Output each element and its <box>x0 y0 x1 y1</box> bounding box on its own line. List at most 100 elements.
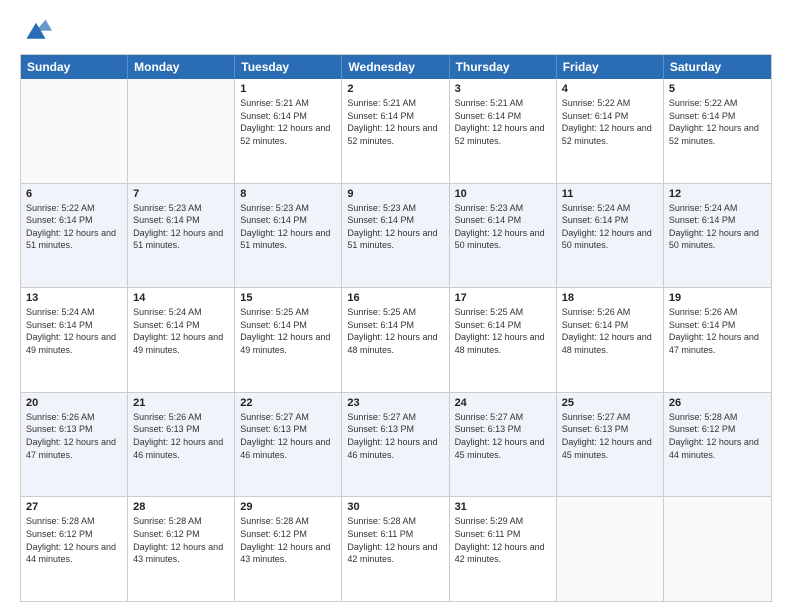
day-info: Sunrise: 5:26 AM Sunset: 6:13 PM Dayligh… <box>133 411 229 461</box>
day-number: 15 <box>240 292 336 304</box>
day-info: Sunrise: 5:27 AM Sunset: 6:13 PM Dayligh… <box>347 411 443 461</box>
day-info: Sunrise: 5:22 AM Sunset: 6:14 PM Dayligh… <box>562 97 658 147</box>
day-number: 12 <box>669 188 766 200</box>
day-info: Sunrise: 5:26 AM Sunset: 6:14 PM Dayligh… <box>669 306 766 356</box>
header-day-saturday: Saturday <box>664 55 771 79</box>
day-number: 26 <box>669 397 766 409</box>
calendar-day-25: 25 Sunrise: 5:27 AM Sunset: 6:13 PM Dayli… <box>557 393 664 497</box>
day-number: 19 <box>669 292 766 304</box>
day-number: 3 <box>455 83 551 95</box>
header-day-wednesday: Wednesday <box>342 55 449 79</box>
day-info: Sunrise: 5:23 AM Sunset: 6:14 PM Dayligh… <box>347 202 443 252</box>
day-info: Sunrise: 5:25 AM Sunset: 6:14 PM Dayligh… <box>240 306 336 356</box>
day-number: 10 <box>455 188 551 200</box>
day-info: Sunrise: 5:23 AM Sunset: 6:14 PM Dayligh… <box>240 202 336 252</box>
calendar-day-14: 14Sunrise: 5:24 AM Sunset: 6:14 PM Dayli… <box>128 288 235 392</box>
day-number: 9 <box>347 188 443 200</box>
day-number: 8 <box>240 188 336 200</box>
day-info: Sunrise: 5:29 AM Sunset: 6:11 PM Dayligh… <box>455 515 551 565</box>
day-number: 24 <box>455 397 551 409</box>
calendar-week-0: 1 Sunrise: 5:21 AM Sunset: 6:14 PM Daylig… <box>21 79 771 183</box>
day-info: Sunrise: 5:21 AM Sunset: 6:14 PM Dayligh… <box>240 97 336 147</box>
header-day-sunday: Sunday <box>21 55 128 79</box>
calendar-day-22: 22 Sunrise: 5:27 AM Sunset: 6:13 PM Dayli… <box>235 393 342 497</box>
day-info: Sunrise: 5:27 AM Sunset: 6:13 PM Dayligh… <box>240 411 336 461</box>
day-info: Sunrise: 5:21 AM Sunset: 6:14 PM Dayligh… <box>347 97 443 147</box>
day-info: Sunrise: 5:24 AM Sunset: 6:14 PM Dayligh… <box>562 202 658 252</box>
calendar-day-20: 20Sunrise: 5:26 AM Sunset: 6:13 PM Dayli… <box>21 393 128 497</box>
day-info: Sunrise: 5:24 AM Sunset: 6:14 PM Dayligh… <box>26 306 122 356</box>
day-number: 22 <box>240 397 336 409</box>
logo-icon <box>20 16 52 44</box>
header-day-tuesday: Tuesday <box>235 55 342 79</box>
day-info: Sunrise: 5:23 AM Sunset: 6:14 PM Dayligh… <box>133 202 229 252</box>
day-number: 31 <box>455 501 551 513</box>
page-header <box>20 16 772 44</box>
day-number: 27 <box>26 501 122 513</box>
calendar-day-27: 27 Sunrise: 5:28 AM Sunset: 6:12 PM Dayli… <box>21 497 128 601</box>
calendar-day-10: 10Sunrise: 5:23 AM Sunset: 6:14 PM Dayli… <box>450 184 557 288</box>
day-info: Sunrise: 5:27 AM Sunset: 6:13 PM Dayligh… <box>562 411 658 461</box>
calendar-day-24: 24 Sunrise: 5:27 AM Sunset: 6:13 PM Dayli… <box>450 393 557 497</box>
day-info: Sunrise: 5:28 AM Sunset: 6:12 PM Dayligh… <box>133 515 229 565</box>
calendar-day-13: 13 Sunrise: 5:24 AM Sunset: 6:14 PM Dayli… <box>21 288 128 392</box>
calendar-day-3: 3 Sunrise: 5:21 AM Sunset: 6:14 PM Daylig… <box>450 79 557 183</box>
day-info: Sunrise: 5:26 AM Sunset: 6:14 PM Dayligh… <box>562 306 658 356</box>
day-number: 29 <box>240 501 336 513</box>
day-info: Sunrise: 5:27 AM Sunset: 6:13 PM Dayligh… <box>455 411 551 461</box>
calendar-day-5: 5Sunrise: 5:22 AM Sunset: 6:14 PM Daylig… <box>664 79 771 183</box>
calendar-day-21: 21 Sunrise: 5:26 AM Sunset: 6:13 PM Dayli… <box>128 393 235 497</box>
calendar-week-1: 6 Sunrise: 5:22 AM Sunset: 6:14 PM Daylig… <box>21 183 771 288</box>
day-number: 5 <box>669 83 766 95</box>
calendar-day-16: 16 Sunrise: 5:25 AM Sunset: 6:14 PM Dayli… <box>342 288 449 392</box>
calendar-day-11: 11 Sunrise: 5:24 AM Sunset: 6:14 PM Dayli… <box>557 184 664 288</box>
day-number: 16 <box>347 292 443 304</box>
calendar-header: SundayMondayTuesdayWednesdayThursdayFrid… <box>21 55 771 79</box>
calendar-day-6: 6 Sunrise: 5:22 AM Sunset: 6:14 PM Daylig… <box>21 184 128 288</box>
calendar-empty <box>664 497 771 601</box>
calendar-empty <box>557 497 664 601</box>
calendar-day-1: 1 Sunrise: 5:21 AM Sunset: 6:14 PM Daylig… <box>235 79 342 183</box>
calendar-empty <box>21 79 128 183</box>
calendar-day-31: 31 Sunrise: 5:29 AM Sunset: 6:11 PM Dayli… <box>450 497 557 601</box>
calendar-day-30: 30 Sunrise: 5:28 AM Sunset: 6:11 PM Dayli… <box>342 497 449 601</box>
calendar-day-12: 12 Sunrise: 5:24 AM Sunset: 6:14 PM Dayli… <box>664 184 771 288</box>
day-number: 6 <box>26 188 122 200</box>
day-info: Sunrise: 5:28 AM Sunset: 6:12 PM Dayligh… <box>669 411 766 461</box>
day-number: 13 <box>26 292 122 304</box>
day-info: Sunrise: 5:21 AM Sunset: 6:14 PM Dayligh… <box>455 97 551 147</box>
day-number: 2 <box>347 83 443 95</box>
calendar-day-4: 4 Sunrise: 5:22 AM Sunset: 6:14 PM Daylig… <box>557 79 664 183</box>
day-number: 1 <box>240 83 336 95</box>
day-info: Sunrise: 5:28 AM Sunset: 6:11 PM Dayligh… <box>347 515 443 565</box>
header-day-monday: Monday <box>128 55 235 79</box>
day-info: Sunrise: 5:28 AM Sunset: 6:12 PM Dayligh… <box>26 515 122 565</box>
day-number: 17 <box>455 292 551 304</box>
header-day-thursday: Thursday <box>450 55 557 79</box>
day-info: Sunrise: 5:24 AM Sunset: 6:14 PM Dayligh… <box>669 202 766 252</box>
calendar-day-8: 8 Sunrise: 5:23 AM Sunset: 6:14 PM Daylig… <box>235 184 342 288</box>
calendar-day-29: 29Sunrise: 5:28 AM Sunset: 6:12 PM Dayli… <box>235 497 342 601</box>
day-number: 21 <box>133 397 229 409</box>
day-info: Sunrise: 5:25 AM Sunset: 6:14 PM Dayligh… <box>455 306 551 356</box>
day-number: 11 <box>562 188 658 200</box>
day-info: Sunrise: 5:24 AM Sunset: 6:14 PM Dayligh… <box>133 306 229 356</box>
day-number: 7 <box>133 188 229 200</box>
day-number: 25 <box>562 397 658 409</box>
logo <box>20 16 56 44</box>
day-info: Sunrise: 5:25 AM Sunset: 6:14 PM Dayligh… <box>347 306 443 356</box>
header-day-friday: Friday <box>557 55 664 79</box>
calendar: SundayMondayTuesdayWednesdayThursdayFrid… <box>20 54 772 602</box>
calendar-day-15: 15 Sunrise: 5:25 AM Sunset: 6:14 PM Dayli… <box>235 288 342 392</box>
calendar-week-2: 13 Sunrise: 5:24 AM Sunset: 6:14 PM Dayli… <box>21 287 771 392</box>
calendar-body: 1 Sunrise: 5:21 AM Sunset: 6:14 PM Daylig… <box>21 79 771 601</box>
calendar-empty <box>128 79 235 183</box>
calendar-day-7: 7 Sunrise: 5:23 AM Sunset: 6:14 PM Daylig… <box>128 184 235 288</box>
day-info: Sunrise: 5:22 AM Sunset: 6:14 PM Dayligh… <box>26 202 122 252</box>
calendar-week-4: 27 Sunrise: 5:28 AM Sunset: 6:12 PM Dayli… <box>21 496 771 601</box>
day-number: 28 <box>133 501 229 513</box>
calendar-day-28: 28 Sunrise: 5:28 AM Sunset: 6:12 PM Dayli… <box>128 497 235 601</box>
day-number: 30 <box>347 501 443 513</box>
day-number: 4 <box>562 83 658 95</box>
day-number: 20 <box>26 397 122 409</box>
